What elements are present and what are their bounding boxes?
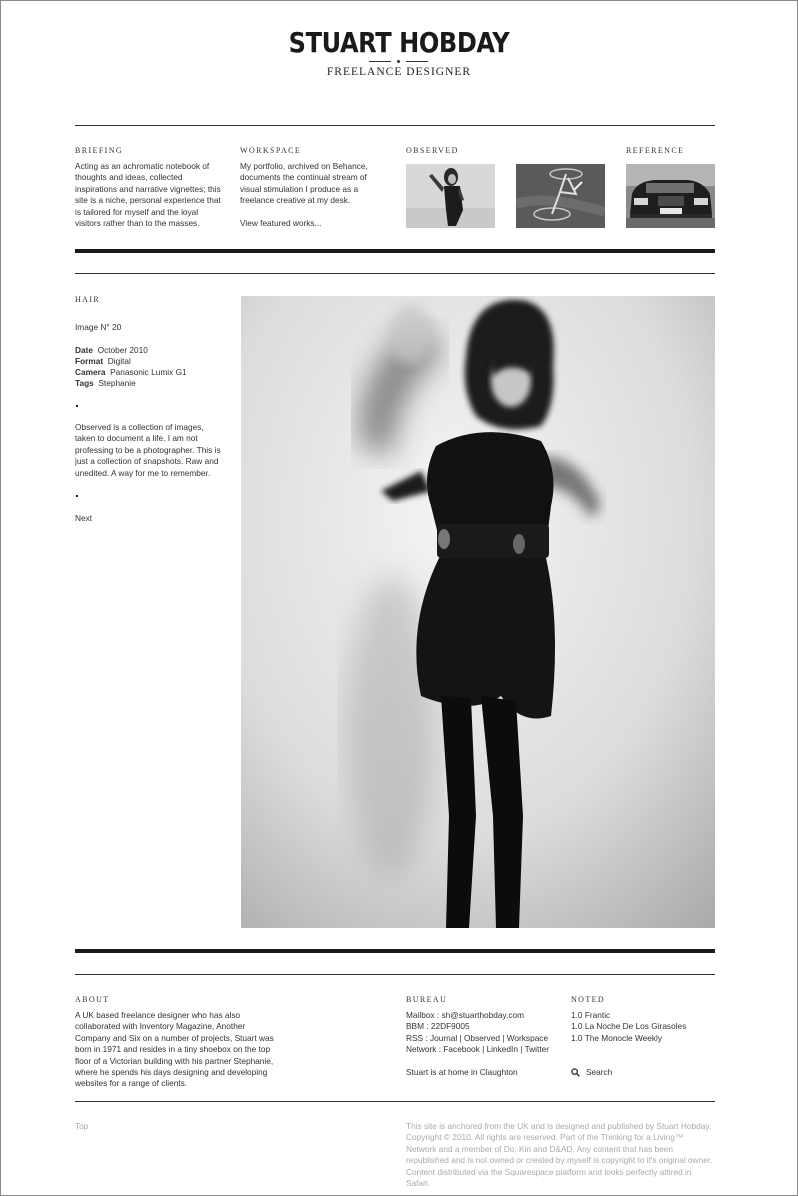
legal-text: This site is anchored from the UK and is… bbox=[406, 1121, 713, 1189]
meta-key: Camera bbox=[75, 367, 106, 377]
post-divider-thin bbox=[75, 974, 715, 975]
workspace-heading: WORKSPACE bbox=[240, 146, 302, 155]
logo-rule-right bbox=[406, 61, 428, 62]
workspace-text: My portfolio, archived on Behance, docum… bbox=[240, 161, 368, 206]
network-twitter-link[interactable]: Twitter bbox=[525, 1044, 549, 1054]
search-button[interactable]: Search bbox=[571, 1067, 612, 1078]
post-description: Observed is a collection of images, take… bbox=[75, 422, 221, 478]
rss-workspace-link[interactable]: Workspace bbox=[507, 1033, 548, 1043]
about-heading: ABOUT bbox=[75, 995, 110, 1004]
logo-dot bbox=[397, 60, 400, 63]
main-photograph bbox=[241, 296, 715, 928]
search-label: Search bbox=[586, 1067, 613, 1077]
image-title: Image N° 20 bbox=[75, 322, 122, 332]
next-link[interactable]: Next bbox=[75, 513, 92, 524]
reference-heading: REFERENCE bbox=[626, 146, 685, 155]
bureau-heading: BUREAU bbox=[406, 995, 448, 1004]
footer-divider bbox=[75, 1101, 715, 1102]
meta-value: October 2010 bbox=[97, 345, 148, 355]
link-separator: | bbox=[479, 1044, 487, 1054]
rss-journal-link[interactable]: Journal bbox=[430, 1033, 457, 1043]
nav-divider-thick bbox=[75, 249, 715, 253]
meta-key: Date bbox=[75, 345, 93, 355]
search-icon bbox=[571, 1068, 580, 1078]
noted-item[interactable]: 1.0 La Noche De Los Girasoles bbox=[571, 1021, 686, 1032]
meta-key: Format bbox=[75, 356, 104, 366]
rss-links: RSS : Journal | Observed | Workspace bbox=[406, 1033, 548, 1044]
mailbox-link[interactable]: Mailbox : sh@stuarthobday.com bbox=[406, 1010, 524, 1021]
about-text: A UK based freelance designer who has al… bbox=[75, 1010, 274, 1089]
meta-key: Tags bbox=[75, 378, 94, 388]
meta-value: Digital bbox=[107, 356, 131, 366]
meta-camera: Camera Panasonic Lumix G1 bbox=[75, 367, 187, 378]
link-separator: | bbox=[517, 1044, 525, 1054]
observed-heading: OBSERVED bbox=[406, 146, 459, 155]
post-category: HAIR bbox=[75, 295, 101, 304]
noted-heading: NOTED bbox=[571, 995, 606, 1004]
noted-item[interactable]: 1.0 The Monocle Weekly bbox=[571, 1033, 662, 1044]
meta-tags: Tags Stephanie bbox=[75, 378, 136, 389]
rss-prefix: RSS : bbox=[406, 1033, 430, 1043]
nav-divider-thin bbox=[75, 273, 715, 274]
separator-dot bbox=[76, 405, 78, 407]
separator-dot bbox=[76, 495, 78, 497]
meta-value: Panasonic Lumix G1 bbox=[110, 367, 187, 377]
noted-item[interactable]: 1.0 Frantic bbox=[571, 1010, 610, 1021]
meta-format: Format Digital bbox=[75, 356, 131, 367]
network-links: Network : Facebook | LinkedIn | Twitter bbox=[406, 1044, 549, 1055]
network-linkedin-link[interactable]: LinkedIn bbox=[487, 1044, 518, 1054]
bbm-pin: BBM : 22DF9005 bbox=[406, 1021, 470, 1031]
briefing-text: Acting as an achromatic notebook of thou… bbox=[75, 161, 221, 229]
observed-thumbnail-portrait[interactable] bbox=[406, 164, 495, 228]
header-divider bbox=[75, 125, 715, 126]
site-logo[interactable]: STUART HOBDAY bbox=[56, 26, 742, 59]
briefing-heading: BRIEFING bbox=[75, 146, 124, 155]
post-divider-thick bbox=[75, 949, 715, 953]
back-to-top-link[interactable]: Top bbox=[75, 1121, 88, 1132]
link-separator: | bbox=[499, 1033, 507, 1043]
view-featured-works-link[interactable]: View featured works... bbox=[240, 218, 321, 229]
reference-thumbnail-car[interactable] bbox=[626, 164, 715, 228]
network-facebook-link[interactable]: Facebook bbox=[443, 1044, 479, 1054]
network-prefix: Network : bbox=[406, 1044, 444, 1054]
rss-observed-link[interactable]: Observed bbox=[464, 1033, 500, 1043]
link-separator: | bbox=[457, 1033, 464, 1043]
tag-link[interactable]: Stephanie bbox=[98, 378, 135, 388]
logo-rule-left bbox=[369, 61, 391, 62]
meta-date: Date October 2010 bbox=[75, 345, 148, 356]
location-status: Stuart is at home in Claughton bbox=[406, 1067, 518, 1077]
site-subtitle: FREELANCE DESIGNER bbox=[326, 66, 472, 78]
observed-thumbnail-bicycle[interactable] bbox=[516, 164, 605, 228]
